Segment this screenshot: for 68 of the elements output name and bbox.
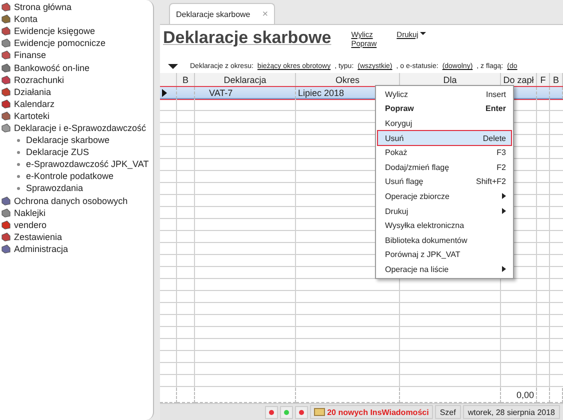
- menu-item[interactable]: Koryguj: [376, 116, 513, 131]
- menu-item-icon: [1, 38, 11, 48]
- sidebar-item[interactable]: Konta: [0, 13, 153, 26]
- bullet-icon: [17, 150, 20, 154]
- menu-item[interactable]: Popraw Enter: [376, 102, 513, 116]
- menu-item[interactable]: Pokaż F3: [376, 145, 513, 160]
- submenu-arrow-icon: [502, 193, 506, 200]
- sidebar-item[interactable]: Ochrona danych osobowych: [0, 194, 153, 207]
- menu-item-icon: [1, 196, 11, 206]
- user-name: Szef: [434, 405, 461, 419]
- sidebar-item[interactable]: Administracja: [0, 242, 153, 255]
- sidebar-item[interactable]: Deklaracje i e-Sprawozdawczość: [0, 122, 153, 134]
- row-pointer-icon: [162, 88, 167, 96]
- menu-item-icon: [1, 122, 11, 133]
- bullet-icon: [17, 162, 20, 166]
- sidebar-item[interactable]: Naklejki: [0, 206, 153, 219]
- menu-item-icon: [1, 50, 11, 60]
- menu-item-icon: [1, 2, 11, 12]
- menu-item-icon: [1, 62, 11, 73]
- sidebar-item[interactable]: Ewidencje księgowe: [0, 25, 153, 38]
- sidebar-subitem[interactable]: Deklaracje skarbowe: [0, 134, 153, 146]
- bullet-icon: [17, 174, 20, 178]
- bullet-icon: [17, 186, 20, 190]
- sidebar-item[interactable]: Finanse: [0, 49, 153, 62]
- menu-item-icon: [1, 26, 11, 36]
- messages-link[interactable]: 20 nowych InsWiadomości: [310, 405, 433, 419]
- menu-item[interactable]: Usuń Delete: [378, 130, 511, 146]
- sidebar-subitem[interactable]: Deklaracje ZUS: [0, 146, 153, 158]
- sidebar-item[interactable]: Rozrachunki: [0, 74, 153, 86]
- menu-item-icon: [1, 86, 11, 97]
- menu-item[interactable]: Usuń flagę Shift+F2: [376, 174, 513, 190]
- table-cell: VAT-7: [195, 87, 296, 99]
- menu-item[interactable]: Dodaj/zmień flagę F2: [376, 160, 513, 175]
- sidebar-item[interactable]: Działania: [0, 86, 153, 98]
- menu-item-icon: [1, 232, 11, 242]
- page-title[interactable]: Deklaracje skarbowe: [163, 28, 332, 48]
- sidebar-item[interactable]: vendero: [0, 218, 153, 231]
- menu-item[interactable]: Biblioteka dokumentów: [376, 232, 513, 248]
- menu-item[interactable]: Porównaj z JPK_VAT: [376, 248, 513, 262]
- tab[interactable]: Deklaracje skarbowe ×: [169, 3, 276, 24]
- sidebar-item[interactable]: Strona główna: [0, 1, 153, 14]
- menu-item-icon: [1, 244, 11, 254]
- menu-item-icon: [1, 98, 11, 109]
- sidebar-item[interactable]: Zestawienia: [0, 230, 153, 243]
- menu-item-icon: [1, 208, 11, 218]
- menu-item-icon: [1, 74, 11, 85]
- submenu-arrow-icon: [502, 208, 506, 214]
- sidebar-subitem[interactable]: e-Kontrole podatkowe: [0, 170, 153, 182]
- menu-item-icon: [1, 110, 11, 121]
- sidebar-item[interactable]: Kartoteki: [0, 110, 153, 122]
- sidebar-subitem[interactable]: e-Sprawozdawczość JPK_VAT: [0, 158, 153, 170]
- table-cell: [177, 87, 195, 99]
- menu-item[interactable]: Operacje na liście: [376, 262, 513, 277]
- submenu-arrow-icon: [502, 266, 506, 272]
- table-cell: [537, 87, 550, 99]
- menu-item-icon: [1, 14, 11, 24]
- bullet-icon: [17, 138, 20, 142]
- menu-item[interactable]: Wysyłka elektroniczna: [376, 218, 513, 233]
- sidebar-item[interactable]: Bankowość on-line: [0, 61, 153, 74]
- envelope-icon: [314, 408, 326, 416]
- status-date: wtorek, 28 sierpnia 2018: [462, 405, 560, 419]
- sidebar-item[interactable]: Ewidencje pomocnicze: [0, 37, 153, 50]
- menu-item[interactable]: Operacje zbiorcze: [376, 189, 513, 204]
- table-cell: [550, 87, 563, 99]
- menu-item-icon: [1, 220, 11, 230]
- sidebar-item[interactable]: Kalendarz: [0, 98, 153, 110]
- menu-item[interactable]: Drukuj: [376, 204, 513, 218]
- sidebar-subitem[interactable]: Sprawozdania: [0, 182, 153, 194]
